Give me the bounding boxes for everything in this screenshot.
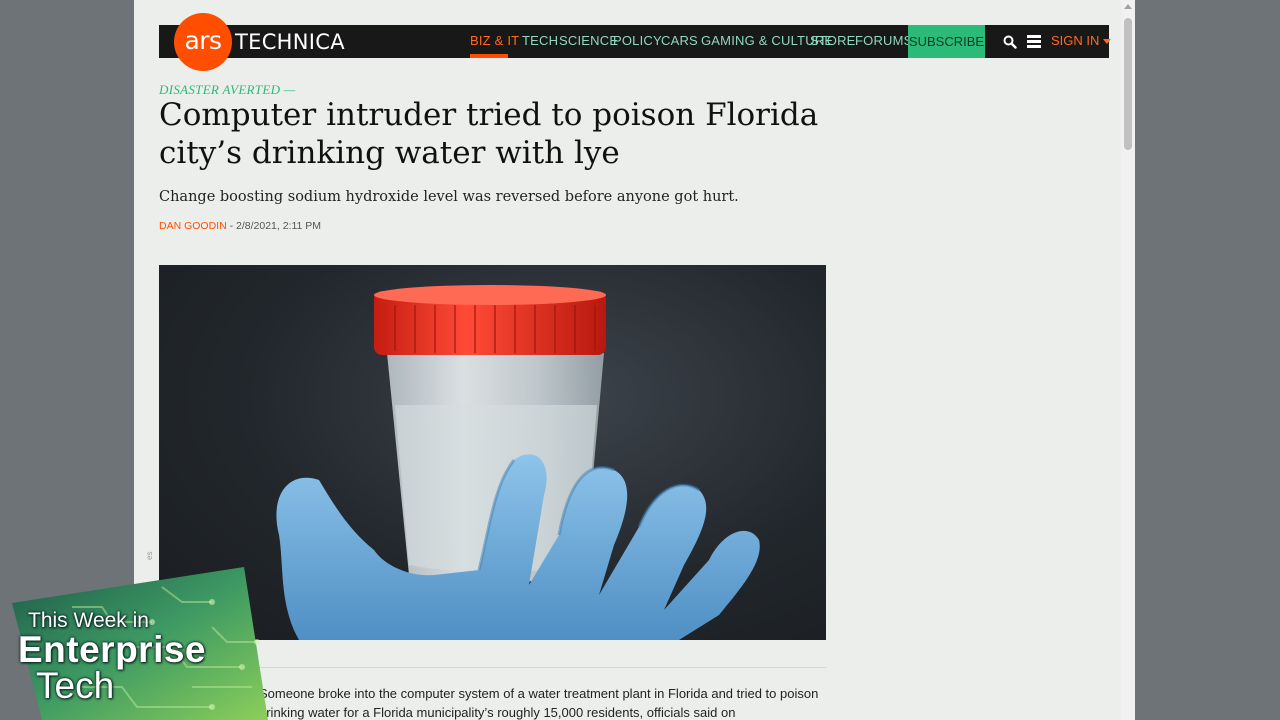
sign-in-label: SIGN IN — [1051, 33, 1100, 48]
author-link[interactable]: DAN GOODIN — [159, 220, 227, 232]
sign-in-link[interactable]: SIGN IN — [1051, 33, 1112, 48]
nav-science[interactable]: SCIENCE — [559, 33, 618, 48]
subscribe-button[interactable]: SUBSCRIBE — [908, 25, 985, 58]
badge-line-tech: Tech — [36, 665, 115, 706]
nav-store[interactable]: STORE — [810, 33, 856, 48]
site-header: ars TECHNICA BIZ & IT TECH SCIENCE POLIC… — [159, 13, 1112, 71]
this-week-in-enterprise-tech-overlay: This Week in Enterprise Tech — [12, 567, 268, 720]
active-nav-indicator — [470, 54, 508, 58]
hamburger-menu-icon[interactable] — [1027, 35, 1041, 48]
publish-date: - 2/8/2021, 2:11 PM — [226, 220, 322, 232]
nav-policy[interactable]: POLICY — [613, 33, 662, 48]
browser-page: ars TECHNICA BIZ & IT TECH SCIENCE POLIC… — [134, 0, 1135, 720]
byline: DAN GOODIN - 2/8/2021, 2:11 PM — [159, 220, 321, 232]
article-dek: Change boosting sodium hydroxide level w… — [159, 189, 739, 205]
photo-credit: es — [145, 551, 154, 560]
chevron-down-icon — [1103, 39, 1112, 45]
nav-forums[interactable]: FORUMS — [855, 33, 913, 48]
nav-tech[interactable]: TECH — [522, 33, 558, 48]
nav-cars[interactable]: CARS — [661, 33, 698, 48]
search-icon[interactable] — [1003, 35, 1017, 49]
article-headline: Computer intruder tried to poison Florid… — [159, 97, 819, 171]
page-scrollbar[interactable] — [1121, 0, 1135, 720]
scrollbar-thumb[interactable] — [1124, 18, 1132, 150]
article-body-paragraph: Someone broke into the computer system o… — [259, 686, 819, 720]
nav-biz-it[interactable]: BIZ & IT — [470, 33, 519, 48]
scroll-up-arrow-icon[interactable] — [1124, 4, 1132, 9]
